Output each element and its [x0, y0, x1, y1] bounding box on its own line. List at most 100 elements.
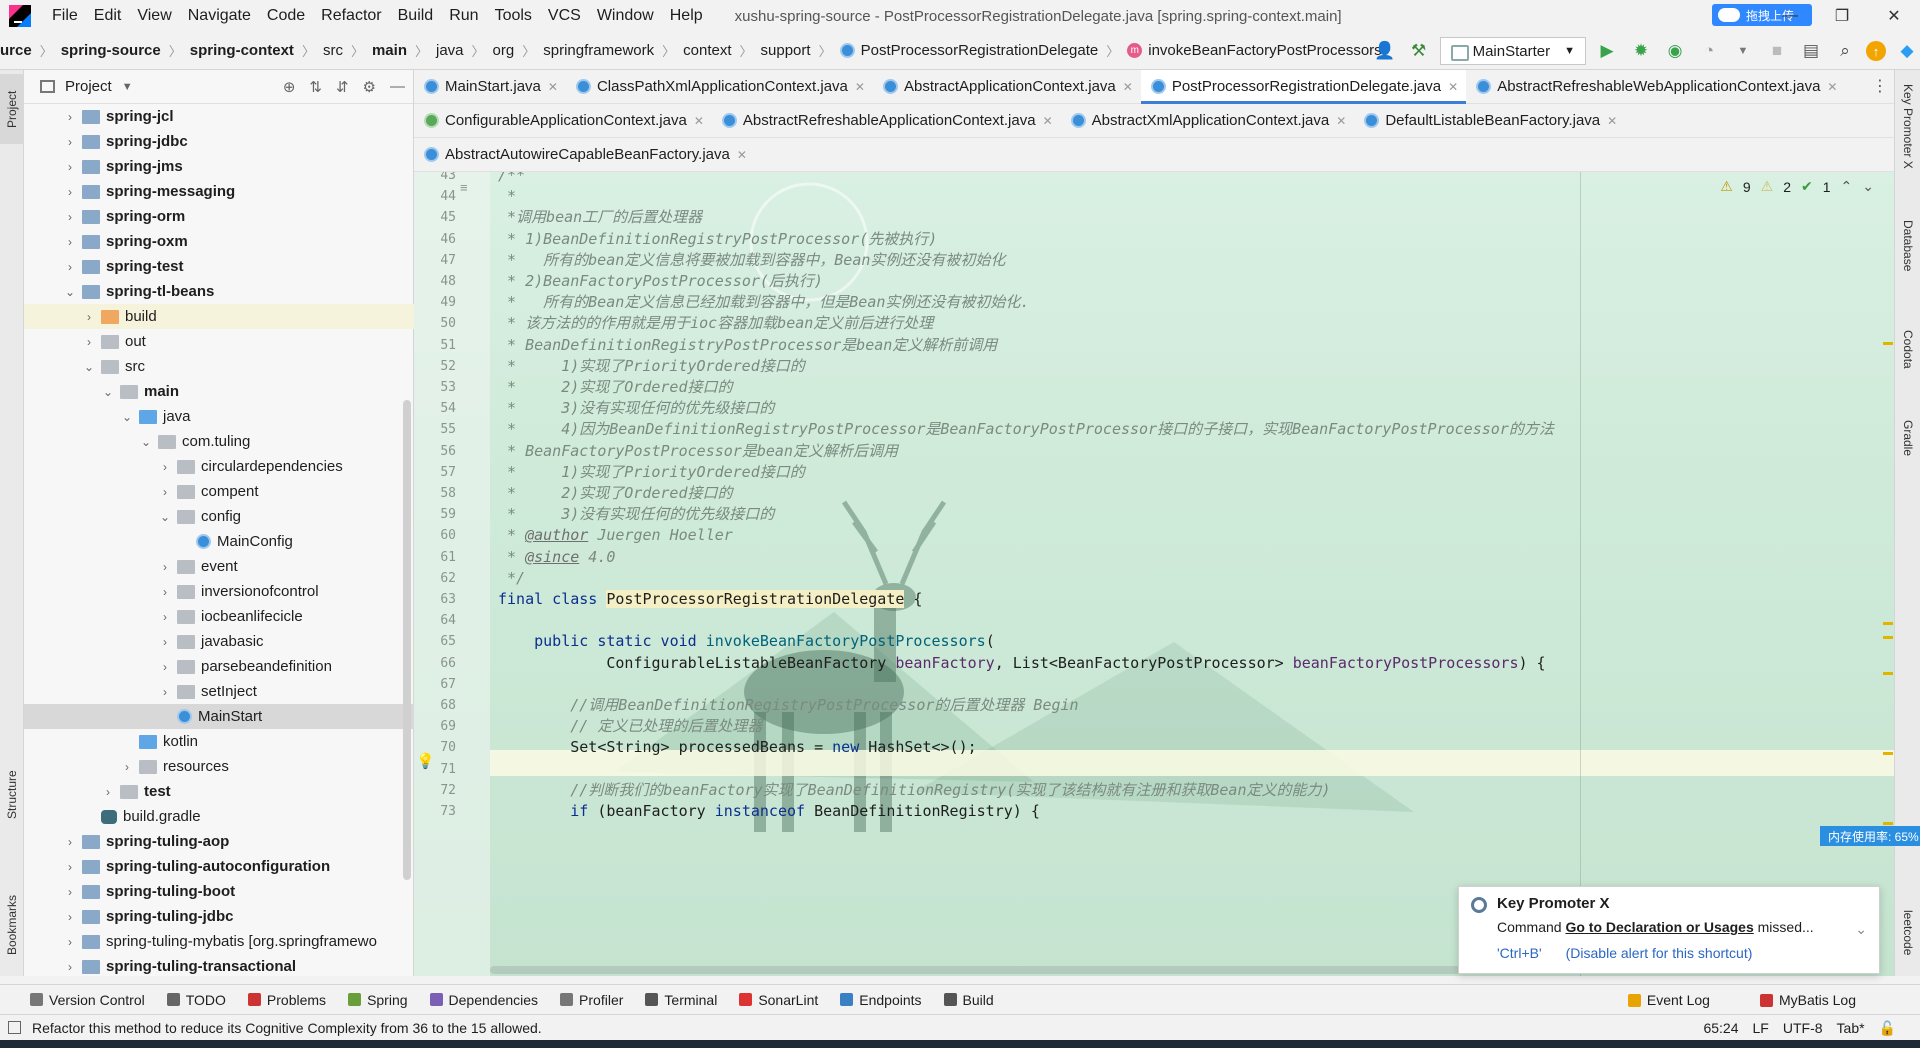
menu-item-code[interactable]: Code	[259, 0, 313, 32]
tree-node[interactable]: › spring-jms	[24, 154, 414, 179]
expand-arrow-icon[interactable]: ›	[62, 910, 78, 924]
coverage-icon[interactable]: ◉	[1662, 38, 1688, 64]
tabs-menu-icon[interactable]: ⋮	[1872, 76, 1888, 96]
expand-arrow-icon[interactable]: ›	[62, 885, 78, 899]
tool-build[interactable]: Build	[943, 992, 994, 1008]
breadcrumb-item[interactable]: PostProcessorRegistrationDelegate	[839, 42, 1098, 59]
build-hammer-icon[interactable]: ⚒	[1406, 38, 1432, 64]
close-icon[interactable]: ✕	[1607, 114, 1617, 128]
lightbulb-icon[interactable]: 💡	[416, 752, 435, 770]
tool-sonarlint[interactable]: SonarLint	[739, 992, 818, 1008]
editor-tab[interactable]: AbstractRefreshableWebApplicationContext…	[1466, 70, 1845, 104]
collapse-all-icon[interactable]: ⇵	[336, 78, 349, 96]
caret-position[interactable]: 65:24	[1703, 1020, 1738, 1036]
memory-usage-badge[interactable]: 内存使用率: 65%	[1820, 826, 1920, 846]
editor-tab[interactable]: AbstractXmlApplicationContext.java ✕	[1061, 104, 1355, 138]
project-panel-title[interactable]: Project	[65, 78, 112, 95]
minimize-button[interactable]: —	[1764, 0, 1816, 32]
status-message[interactable]: Refactor this method to reduce its Cogni…	[32, 1020, 542, 1036]
expand-arrow-icon[interactable]: ›	[119, 760, 135, 774]
tree-node[interactable]: › spring-test	[24, 254, 414, 279]
expand-arrow-icon[interactable]: ⌄	[138, 435, 154, 449]
expand-arrow-icon[interactable]: ›	[62, 960, 78, 974]
expand-arrow-icon[interactable]: ›	[81, 335, 97, 349]
expand-arrow-icon[interactable]: ›	[157, 485, 173, 499]
doc-render-icon[interactable]: ≡	[460, 180, 468, 195]
inspection-widget[interactable]: ⚠ 9 ⚠ 2 ✔ 1 ⌃ ⌄	[1720, 178, 1874, 195]
tree-node[interactable]: ⌄ java	[24, 404, 414, 429]
expand-arrow-icon[interactable]: ›	[62, 860, 78, 874]
menu-item-navigate[interactable]: Navigate	[180, 0, 259, 32]
indent-setting[interactable]: Tab*	[1837, 1020, 1865, 1036]
tree-node[interactable]: › spring-tuling-jdbc	[24, 904, 414, 929]
tree-node[interactable]: › event	[24, 554, 414, 579]
editor-tab[interactable]: AbstractRefreshableApplicationContext.ja…	[712, 104, 1061, 138]
tool-problems[interactable]: Problems	[247, 992, 326, 1008]
breadcrumb-item[interactable]: springframework	[543, 42, 654, 59]
expand-arrow-icon[interactable]: ⌄	[62, 285, 78, 299]
tree-node[interactable]: › spring-messaging	[24, 179, 414, 204]
expand-arrow-icon[interactable]: ›	[157, 635, 173, 649]
breadcrumb-item[interactable]: spring-source	[61, 42, 161, 59]
line-separator[interactable]: LF	[1753, 1020, 1769, 1036]
search-icon[interactable]: ⌕	[1832, 38, 1858, 64]
editor-tab[interactable]: ConfigurableApplicationContext.java ✕	[414, 104, 712, 138]
tree-node[interactable]: › spring-orm	[24, 204, 414, 229]
expand-arrow-icon[interactable]: ›	[62, 160, 78, 174]
editor-tab[interactable]: AbstractAutowireCapableBeanFactory.java ✕	[414, 138, 755, 172]
expand-arrow-icon[interactable]: ›	[62, 185, 78, 199]
expand-arrow-icon[interactable]: ›	[62, 935, 78, 949]
menu-item-run[interactable]: Run	[441, 0, 486, 32]
tree-node[interactable]: › build	[24, 304, 414, 329]
breadcrumb-item[interactable]: org	[493, 42, 515, 59]
tree-node[interactable]: › javabasic	[24, 629, 414, 654]
expand-arrow-icon[interactable]: ›	[157, 585, 173, 599]
maximize-button[interactable]: ❐	[1816, 0, 1868, 32]
close-icon[interactable]: ✕	[694, 114, 704, 128]
side-tab-database[interactable]: Database	[1895, 220, 1920, 300]
tree-node[interactable]: › spring-jcl	[24, 104, 414, 129]
expand-arrow-icon[interactable]: ⌄	[119, 410, 135, 424]
chevron-down-icon[interactable]: ⌄	[1862, 178, 1874, 195]
menu-item-help[interactable]: Help	[662, 0, 711, 32]
tree-node[interactable]: › spring-oxm	[24, 229, 414, 254]
chevron-up-icon[interactable]: ⌃	[1841, 178, 1853, 195]
editor-tab[interactable]: DefaultListableBeanFactory.java ✕	[1354, 104, 1625, 138]
profile-icon[interactable]: ◔	[1696, 38, 1722, 64]
tree-node[interactable]: ⌄ src	[24, 354, 414, 379]
breadcrumb-item[interactable]: main	[372, 42, 407, 59]
menu-item-tools[interactable]: Tools	[487, 0, 540, 32]
stop-icon[interactable]: ■	[1764, 38, 1790, 64]
tree-node[interactable]: ⌄ spring-tl-beans	[24, 279, 414, 304]
tree-node[interactable]: ⌄ config	[24, 504, 414, 529]
tree-node[interactable]: › spring-tuling-autoconfiguration	[24, 854, 414, 879]
expand-arrow-icon[interactable]: ›	[81, 310, 97, 324]
close-icon[interactable]: ✕	[855, 80, 865, 94]
close-icon[interactable]: ✕	[1448, 80, 1458, 94]
side-tab-key-promoter[interactable]: Key Promoter X	[1895, 84, 1920, 204]
gear-icon[interactable]: ⚙	[363, 78, 376, 96]
menu-item-edit[interactable]: Edit	[86, 0, 130, 32]
expand-arrow-icon[interactable]: ›	[157, 610, 173, 624]
close-icon[interactable]: ✕	[1827, 80, 1837, 94]
expand-arrow-icon[interactable]: ›	[62, 135, 78, 149]
hide-icon[interactable]: —	[390, 78, 405, 96]
disable-alert-link[interactable]: (Disable alert for this shortcut)	[1566, 945, 1753, 961]
tree-node[interactable]: MainStart	[24, 704, 414, 729]
tree-scrollbar[interactable]	[403, 400, 411, 880]
tree-node[interactable]: › spring-tuling-transactional	[24, 954, 414, 979]
tree-node[interactable]: › parsebeandefinition	[24, 654, 414, 679]
chevron-down-icon[interactable]: ⌄	[1855, 921, 1867, 938]
menu-item-file[interactable]: File	[44, 0, 86, 32]
run-icon[interactable]: ▶	[1594, 38, 1620, 64]
tree-node[interactable]: › spring-tuling-mybatis [org.springframew…	[24, 929, 414, 954]
menu-item-window[interactable]: Window	[589, 0, 662, 32]
expand-arrow-icon[interactable]: ›	[100, 785, 116, 799]
tool-dependencies[interactable]: Dependencies	[429, 992, 538, 1008]
plugin-icon[interactable]: ◆	[1894, 38, 1920, 64]
side-tab-bookmarks[interactable]: Bookmarks	[0, 880, 24, 970]
expand-arrow-icon[interactable]: ›	[62, 235, 78, 249]
breadcrumb-item[interactable]: m invokeBeanFactoryPostProcessors	[1127, 42, 1382, 59]
tree-node[interactable]: › spring-jdbc	[24, 129, 414, 154]
expand-arrow-icon[interactable]: ›	[157, 685, 173, 699]
